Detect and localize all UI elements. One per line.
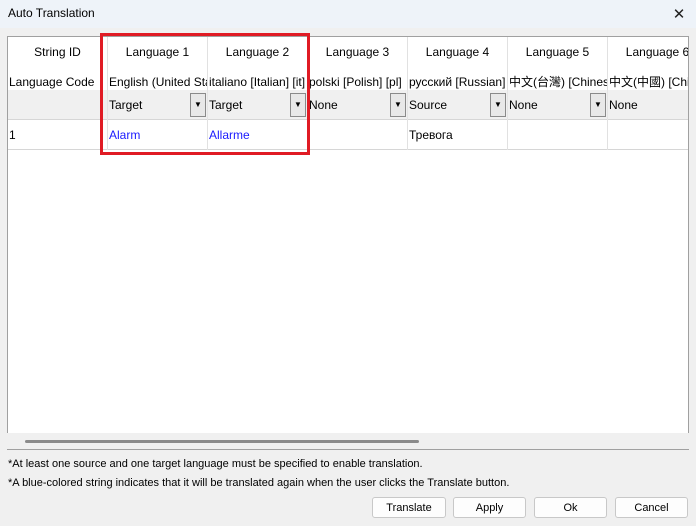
chevron-down-icon[interactable]: ▼ <box>490 93 506 117</box>
translation-cell-language-6[interactable] <box>608 120 688 150</box>
mode-dropdown-language-2[interactable]: Target ▼ <box>208 90 308 120</box>
mode-row: Target ▼ Target ▼ None ▼ Source ▼ None ▼… <box>8 90 688 120</box>
mode-value: None <box>309 98 338 112</box>
column-header-language-6[interactable]: Language 6 <box>608 37 688 67</box>
mode-dropdown-language-3[interactable]: None ▼ <box>308 90 408 120</box>
column-header-language-4[interactable]: Language 4 <box>408 37 508 67</box>
translation-cell-language-1[interactable]: Alarm <box>108 120 208 150</box>
scrollbar-thumb[interactable] <box>25 440 419 443</box>
column-header-string-id[interactable]: String ID <box>8 37 108 67</box>
cancel-button[interactable]: Cancel <box>615 497 688 518</box>
chevron-down-icon[interactable]: ▼ <box>290 93 306 117</box>
mode-dropdown-language-1[interactable]: Target ▼ <box>108 90 208 120</box>
mode-dropdown-language-4[interactable]: Source ▼ <box>408 90 508 120</box>
string-id-cell[interactable]: 1 <box>8 120 108 150</box>
apply-button[interactable]: Apply <box>453 497 526 518</box>
column-header-language-3[interactable]: Language 3 <box>308 37 408 67</box>
mode-row-label <box>8 90 108 120</box>
horizontal-scrollbar[interactable] <box>7 433 689 449</box>
title-bar: Auto Translation ✕ <box>0 0 696 28</box>
column-header-language-1[interactable]: Language 1 <box>108 37 208 67</box>
close-icon[interactable]: ✕ <box>662 0 696 28</box>
mode-value: Source <box>409 98 448 112</box>
mode-value: None <box>509 98 538 112</box>
translation-grid: String ID Language 1 Language 2 Language… <box>7 36 689 450</box>
chevron-down-icon[interactable]: ▼ <box>390 93 406 117</box>
mode-value: Target <box>109 98 143 112</box>
translation-cell-language-5[interactable] <box>508 120 608 150</box>
chevron-down-icon[interactable]: ▼ <box>590 93 606 117</box>
chevron-down-icon[interactable]: ▼ <box>190 93 206 117</box>
translation-cell-language-4[interactable]: Тревога <box>408 120 508 150</box>
mode-value: None <box>609 98 638 112</box>
window-title: Auto Translation <box>8 6 95 20</box>
mode-value: Target <box>209 98 243 112</box>
ok-button[interactable]: Ok <box>534 497 607 518</box>
translation-cell-language-2[interactable]: Allarme <box>208 120 308 150</box>
note-source-target: *At least one source and one target lang… <box>8 458 423 470</box>
mode-dropdown-language-6[interactable]: None <box>608 90 688 120</box>
table-row[interactable]: 1 Alarm Allarme Тревога <box>8 120 688 150</box>
note-blue-string: *A blue-colored string indicates that it… <box>8 477 510 489</box>
column-header-language-2[interactable]: Language 2 <box>208 37 308 67</box>
header-row: String ID Language 1 Language 2 Language… <box>8 37 688 67</box>
column-header-language-5[interactable]: Language 5 <box>508 37 608 67</box>
translate-button[interactable]: Translate <box>372 497 446 518</box>
mode-dropdown-language-5[interactable]: None ▼ <box>508 90 608 120</box>
translation-cell-language-3[interactable] <box>308 120 408 150</box>
